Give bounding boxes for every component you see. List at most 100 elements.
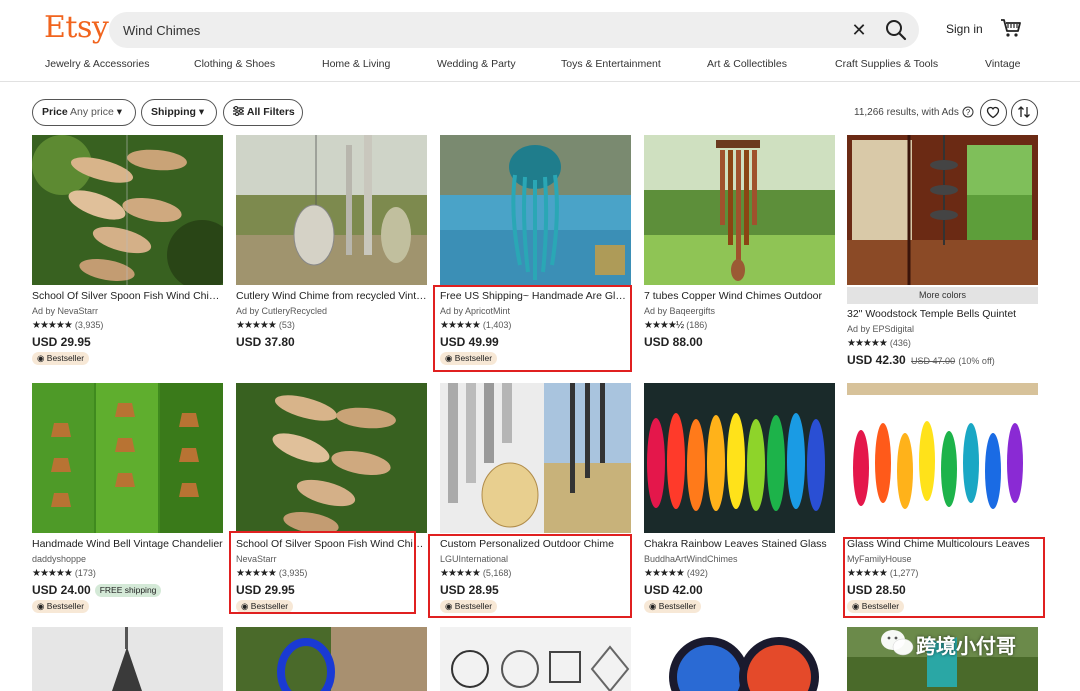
product-title[interactable]: Cutlery Wind Chime from recycled Vintage… <box>236 290 427 302</box>
product-image[interactable] <box>32 383 223 533</box>
product-card[interactable] <box>644 627 835 691</box>
all-filters-button[interactable]: All Filters <box>223 99 303 126</box>
nav-clothing-shoes[interactable]: Clothing & Shoes <box>194 58 275 70</box>
price: USD 42.00 <box>644 583 703 597</box>
nav-vintage[interactable]: Vintage <box>985 58 1020 70</box>
close-icon[interactable]: ✕ <box>849 20 869 40</box>
product-card[interactable]: Cutlery Wind Chime from recycled Vintage… <box>236 135 427 365</box>
highlight-box <box>428 534 632 618</box>
nav-toys-entertainment[interactable]: Toys & Entertainment <box>561 58 661 70</box>
price: USD 88.00 <box>644 335 703 349</box>
category-nav: Jewelry & Accessories Clothing & Shoes H… <box>0 58 1080 74</box>
rating: ★★★★★ (53) <box>236 320 295 331</box>
bestseller-label: Bestseller <box>46 601 85 611</box>
product-card[interactable]: School Of Silver Spoon Fish Wind Chime A… <box>32 135 223 365</box>
medal-icon: ◉ <box>37 353 47 363</box>
product-card[interactable]: 7 tubes Copper Wind Chimes Outdoor Ad by… <box>644 135 835 365</box>
help-icon[interactable]: ? <box>962 105 974 118</box>
sort-icon <box>1018 106 1030 118</box>
highlight-box <box>843 537 1045 618</box>
product-image[interactable] <box>847 135 1038 285</box>
heart-icon <box>986 106 1000 119</box>
product-title[interactable]: 32" Woodstock Temple Bells Quintet <box>847 308 1038 320</box>
price: USD 29.95 <box>32 335 91 349</box>
product-image[interactable] <box>440 135 631 285</box>
price: USD 37.80 <box>236 335 295 349</box>
nav-jewelry-accessories[interactable]: Jewelry & Accessories <box>45 58 149 70</box>
product-card[interactable]: Handmade Wind Bell Vintage Chandelier da… <box>32 383 223 613</box>
seller-name[interactable]: Ad by CutleryRecycled <box>236 306 327 316</box>
cart-icon[interactable] <box>1000 17 1022 39</box>
product-card[interactable] <box>440 627 631 691</box>
price-value: USD 24.00 <box>32 583 91 597</box>
star-rating-icon: ★★★★★ <box>644 568 685 579</box>
review-count: (3,935) <box>74 320 104 330</box>
product-image[interactable] <box>32 135 223 285</box>
product-image[interactable] <box>644 627 835 691</box>
product-image[interactable] <box>440 383 631 533</box>
seller-name[interactable]: BuddhaArtWindChimes <box>644 554 738 564</box>
seller-name[interactable]: Ad by EPSdigital <box>847 324 914 334</box>
product-title[interactable]: 7 tubes Copper Wind Chimes Outdoor <box>644 290 835 302</box>
product-image[interactable] <box>236 135 427 285</box>
seller-name[interactable]: Ad by Baqeergifts <box>644 306 715 316</box>
product-image[interactable] <box>32 627 223 691</box>
rating: ★★★★★ (492) <box>644 568 708 579</box>
star-rating-icon: ★★★★★ <box>847 338 888 349</box>
product-image[interactable] <box>847 383 1038 533</box>
price: USD 24.00 FREE shipping <box>32 583 162 597</box>
etsy-logo[interactable]: Etsy <box>44 10 109 45</box>
star-rating-icon: ★★★★★ <box>32 568 73 579</box>
product-card[interactable] <box>236 627 427 691</box>
watermark: 跨境小付哥 <box>880 626 1080 660</box>
medal-icon: ◉ <box>649 601 659 611</box>
product-image[interactable] <box>644 135 835 285</box>
rating: ★★★★★ (436) <box>847 338 911 349</box>
sort-button[interactable] <box>1011 99 1038 126</box>
review-count: (53) <box>278 320 295 330</box>
product-card[interactable]: More colors 32" Woodstock Temple Bells Q… <box>847 135 1038 367</box>
price-filter[interactable]: Price Any price ▾ <box>32 99 136 126</box>
nav-home-living[interactable]: Home & Living <box>322 58 390 70</box>
review-count: (186) <box>686 320 708 330</box>
favorite-search-button[interactable] <box>980 99 1007 126</box>
more-colors-label[interactable]: More colors <box>847 287 1038 304</box>
bestseller-label: Bestseller <box>658 601 697 611</box>
shipping-filter[interactable]: Shipping ▾ <box>141 99 217 126</box>
search-icon[interactable] <box>883 18 909 42</box>
discount-label: (10% off) <box>958 356 995 366</box>
rating: ★★★★★ (173) <box>32 568 96 579</box>
product-image[interactable] <box>440 627 631 691</box>
sign-in-link[interactable]: Sign in <box>946 22 983 36</box>
product-title[interactable]: School Of Silver Spoon Fish Wind Chime <box>32 290 223 302</box>
product-image[interactable] <box>236 627 427 691</box>
medal-icon: ◉ <box>37 601 47 611</box>
rating: ★★★★★ (3,935) <box>32 320 103 331</box>
product-title[interactable]: Handmade Wind Bell Vintage Chandelier <box>32 538 223 550</box>
bestseller-badge: ◉ Bestseller <box>644 600 702 613</box>
nav-art-collectibles[interactable]: Art & Collectibles <box>707 58 787 70</box>
seller-name[interactable]: Ad by NevaStarr <box>32 306 98 316</box>
search-bar[interactable]: ✕ <box>109 12 919 48</box>
highlight-box <box>433 285 632 372</box>
nav-wedding-party[interactable]: Wedding & Party <box>437 58 516 70</box>
results-count: 11,266 results, with Ads <box>854 107 959 118</box>
nav-craft-supplies-tools[interactable]: Craft Supplies & Tools <box>835 58 938 70</box>
chevron-down-icon: ▾ <box>198 106 205 118</box>
search-input[interactable] <box>123 12 823 48</box>
bestseller-badge: ◉ Bestseller <box>32 352 90 365</box>
bestseller-badge: ◉ Bestseller <box>32 600 90 613</box>
price-filter-label: Price <box>42 106 68 118</box>
product-image[interactable] <box>236 383 427 533</box>
product-title[interactable]: Chakra Rainbow Leaves Stained Glass <box>644 538 835 550</box>
product-image[interactable] <box>644 383 835 533</box>
highlight-box <box>229 531 416 614</box>
filter-sliders-icon <box>233 106 247 118</box>
product-card[interactable] <box>32 627 223 691</box>
shipping-filter-label: Shipping <box>151 106 196 118</box>
star-rating-icon: ★★★★★ <box>236 320 277 331</box>
star-rating-icon: ★★★★½ <box>644 320 684 331</box>
price: USD 42.30 USD 47.00 (10% off) <box>847 353 995 367</box>
seller-name[interactable]: daddyshoppe <box>32 554 86 564</box>
product-card[interactable]: Chakra Rainbow Leaves Stained Glass Budd… <box>644 383 835 613</box>
